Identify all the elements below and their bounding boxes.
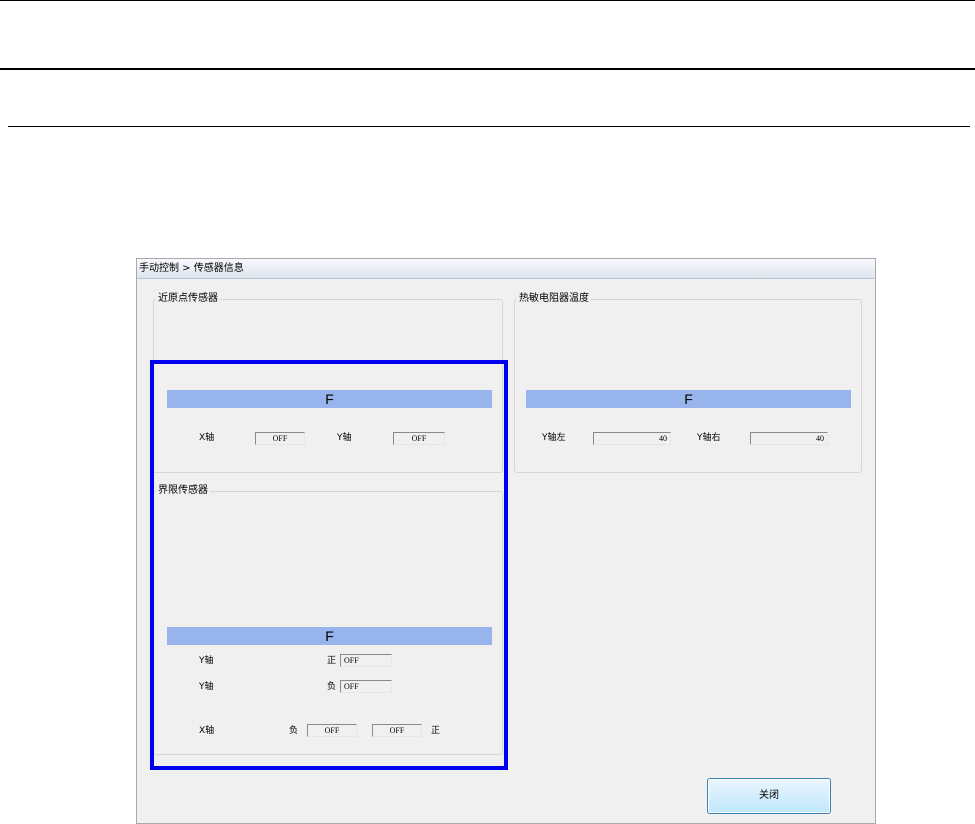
close-button[interactable]: 关闭 xyxy=(707,778,831,814)
near-origin-group-label: 近原点传感器 xyxy=(156,292,220,306)
thermistor-group-label: 热敏电阻器温度 xyxy=(517,292,591,306)
thermistor-right-label: Y轴右 xyxy=(697,433,721,443)
thermistor-status-bar: F xyxy=(526,390,851,408)
thermistor-left-label: Y轴左 xyxy=(542,433,566,443)
thermistor-left-value: 40 xyxy=(593,432,671,445)
middle-rule xyxy=(0,68,975,70)
thermistor-group: 热敏电阻器温度 xyxy=(514,292,862,473)
highlight-frame xyxy=(150,360,508,770)
top-rule xyxy=(0,0,975,1)
window-title: 手动控制 > 传感器信息 xyxy=(137,259,875,279)
thermistor-right-value: 40 xyxy=(750,432,828,445)
bottom-rule xyxy=(8,126,970,127)
